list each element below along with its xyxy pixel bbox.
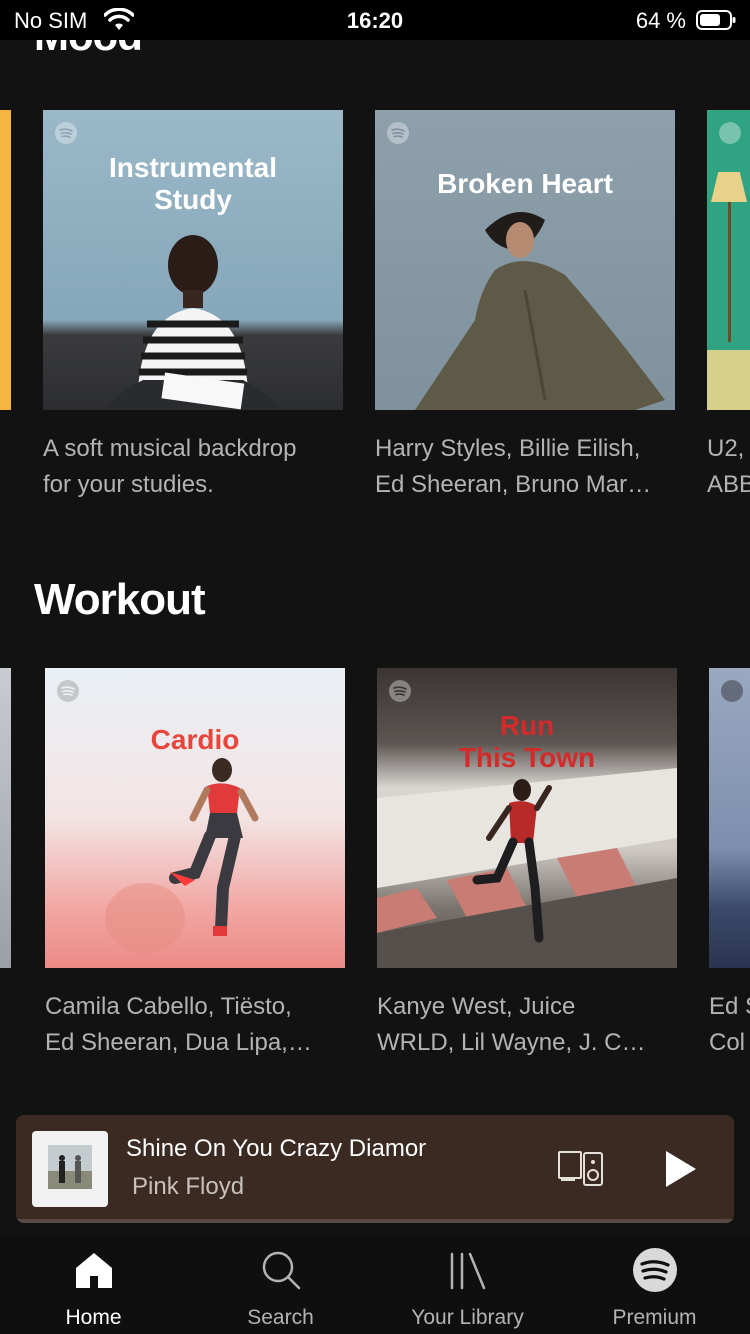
playlist-desc: Camila Cabello, Tiësto, Ed Sheeran, Dua … — [45, 993, 312, 1056]
playlist-card-broken-heart[interactable]: Broken Heart — [375, 110, 675, 410]
spotify-icon — [57, 680, 79, 702]
battery-percent: 64 % — [635, 8, 686, 33]
section-title-workout: Workout — [34, 575, 206, 624]
playlist-card-partial[interactable] — [709, 668, 750, 968]
home-icon — [75, 1253, 112, 1288]
search-icon — [262, 1251, 300, 1290]
tab-premium[interactable]: Premium — [561, 1236, 748, 1334]
playlist-desc: U2, ABB — [707, 435, 750, 498]
playlist-card-instrumental-study[interactable]: Instrumental Study — [43, 110, 343, 410]
tab-search[interactable]: Search — [187, 1236, 374, 1334]
cover-artwork — [103, 235, 283, 410]
playlist-card-partial[interactable] — [707, 110, 750, 410]
playlist-card-run-this-town[interactable]: Run This Town — [377, 668, 677, 968]
library-icon — [450, 1252, 485, 1290]
tab-label: Home — [65, 1306, 122, 1329]
cover-artwork — [415, 212, 665, 410]
cover-title: Instrumental Study — [108, 152, 278, 215]
tab-label: Your Library — [411, 1306, 524, 1329]
playlist-desc: A soft musical backdrop for your studies… — [43, 435, 297, 498]
tab-label: Premium — [612, 1306, 697, 1329]
spotify-icon — [632, 1248, 677, 1292]
spotify-icon — [387, 122, 409, 144]
connect-devices-icon[interactable] — [558, 1149, 604, 1187]
cover-artwork — [377, 768, 677, 968]
spotify-icon — [719, 122, 741, 144]
playlist-card-cardio[interactable]: Cardio — [45, 668, 345, 968]
playlist-desc: Ed S Col — [709, 993, 750, 1056]
album-art — [32, 1131, 108, 1207]
cover-artwork — [105, 758, 259, 953]
tab-your-library[interactable]: Your Library — [374, 1236, 561, 1334]
spotify-icon — [389, 680, 411, 702]
playback-progress — [16, 1219, 734, 1223]
spotify-icon — [721, 680, 743, 702]
mini-player[interactable]: Shine On You Crazy Diamond, Pts Pink Flo… — [16, 1115, 734, 1223]
battery-icon — [696, 10, 736, 30]
now-playing-title: Shine On You Crazy Diamond, Pts — [126, 1135, 426, 1162]
cover-title: Broken Heart — [437, 168, 613, 199]
cover-title: Cardio — [150, 724, 240, 755]
playlist-desc: Kanye West, Juice WRLD, Lil Wayne, J. C… — [377, 993, 646, 1056]
spotify-icon — [55, 122, 77, 144]
bottom-nav: Home Search Your Library Premium — [0, 1236, 750, 1334]
previous-card-edge[interactable] — [0, 668, 11, 968]
tab-home[interactable]: Home — [0, 1236, 187, 1334]
now-playing-artist: Pink Floyd — [132, 1173, 245, 1200]
cover-title: Run This Town — [458, 710, 596, 773]
tab-label: Search — [247, 1306, 314, 1329]
play-icon[interactable] — [662, 1149, 698, 1189]
playlist-desc: Harry Styles, Billie Eilish, Ed Sheeran,… — [375, 435, 652, 498]
status-bar: No SIM 16:20 64 % — [0, 0, 750, 40]
previous-card-edge[interactable] — [0, 110, 11, 410]
